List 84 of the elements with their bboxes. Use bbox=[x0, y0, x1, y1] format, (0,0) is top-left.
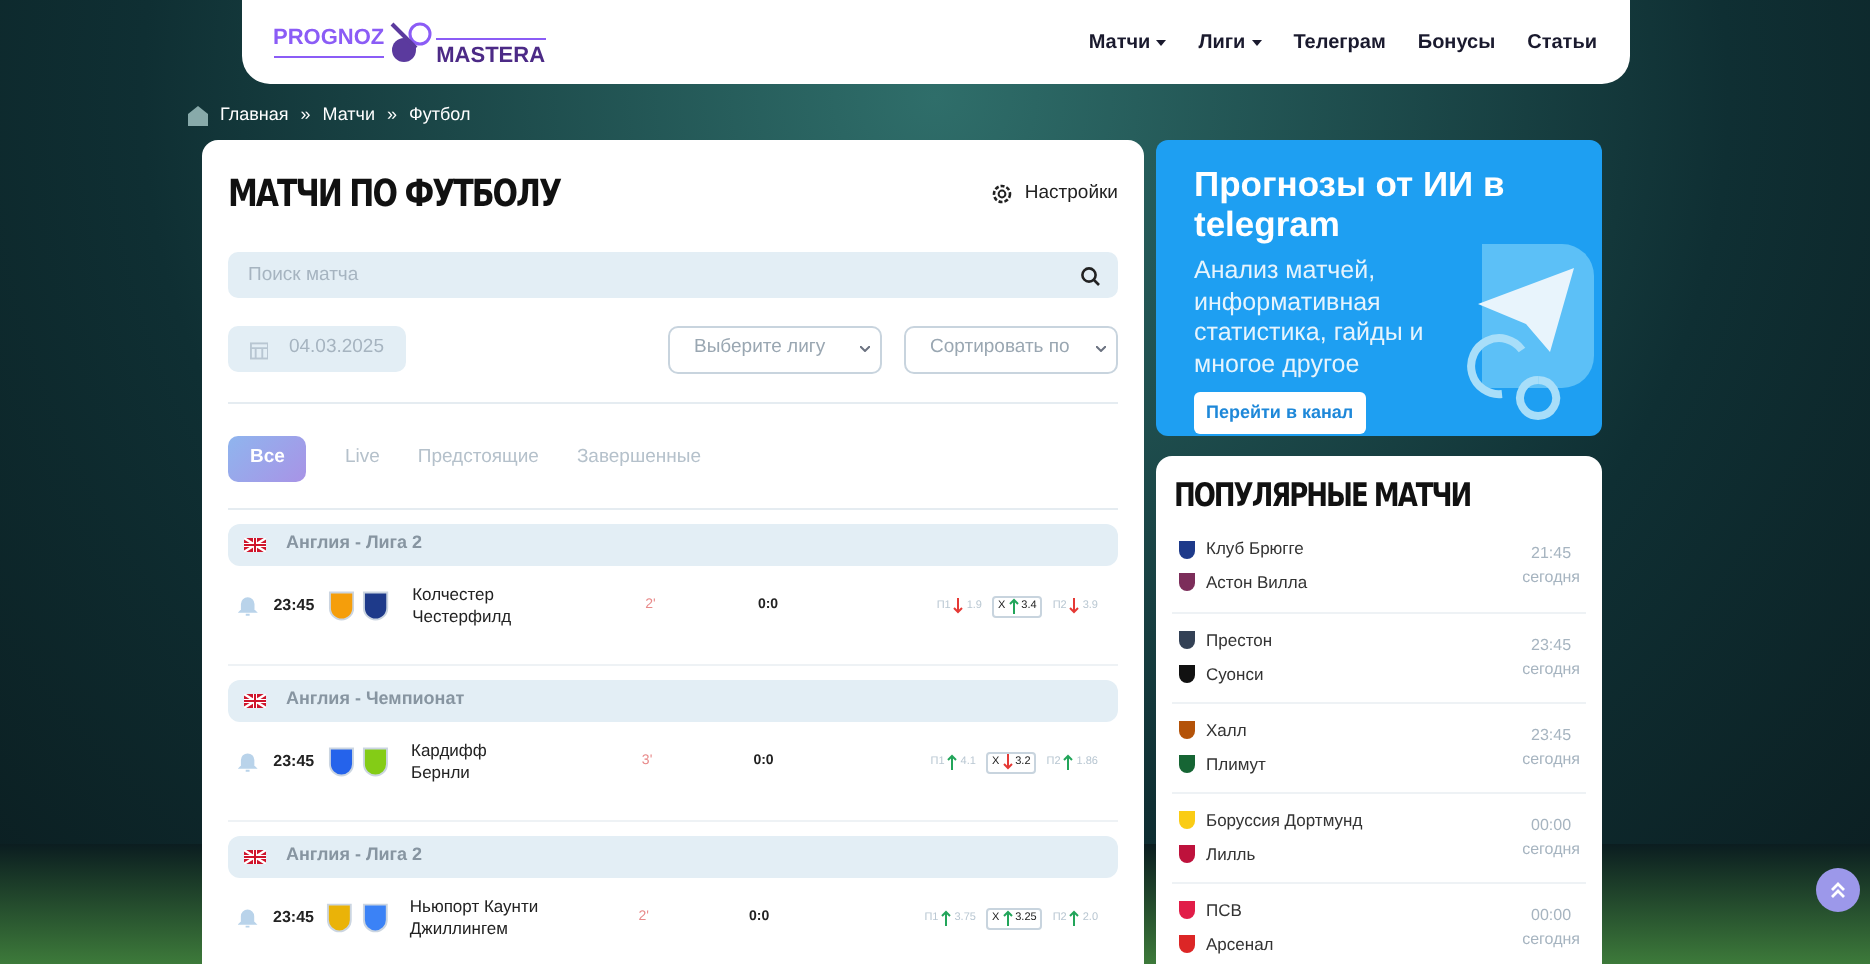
bell-icon bbox=[238, 595, 258, 617]
nav-link[interactable]: Лиги bbox=[1198, 27, 1262, 57]
nav-link[interactable]: Матчи bbox=[1088, 27, 1167, 57]
league-name: Англия - Лига 2 bbox=[286, 842, 423, 869]
logo-text: PROGNOZ bbox=[273, 26, 385, 58]
promo-text: Анализ матчей, информативная статистика, гайды и многое другое bbox=[1194, 256, 1426, 380]
breadcrumb-link[interactable]: Футбол bbox=[409, 102, 471, 130]
chevron-down-icon bbox=[1096, 346, 1106, 352]
club-crest-icon bbox=[326, 902, 354, 934]
flag-icon bbox=[244, 537, 266, 551]
match-time: 00:00 bbox=[1531, 813, 1572, 837]
breadcrumb-link[interactable]: Главная bbox=[220, 102, 289, 130]
sports-balls-logo-icon bbox=[388, 20, 433, 64]
flag-icon bbox=[244, 693, 266, 707]
bell-icon bbox=[238, 907, 258, 929]
nav-link[interactable]: Телеграм bbox=[1293, 27, 1386, 57]
team-name: Кардифф bbox=[411, 740, 489, 762]
league-name: Англия - Лига 2 bbox=[286, 530, 423, 557]
team-name: Халл bbox=[1206, 717, 1247, 743]
match-day: сегодня bbox=[1522, 566, 1580, 590]
team-name: Колчестер bbox=[412, 584, 497, 606]
sort-dropdown[interactable]: Сортировать по bbox=[904, 325, 1118, 373]
match-day: сегодня bbox=[1522, 657, 1580, 681]
nav-link[interactable]: Статьи bbox=[1527, 27, 1597, 57]
team-name: Джиллингем bbox=[409, 918, 510, 940]
club-crest-icon bbox=[1178, 539, 1196, 560]
panel-title: ПОПУЛЯРНЫЕ МАТЧИ bbox=[1172, 476, 1473, 520]
bell-icon bbox=[238, 751, 258, 773]
match-day: сегодня bbox=[1522, 747, 1580, 771]
team-name: Лилль bbox=[1206, 841, 1256, 867]
club-crest-icon bbox=[1178, 720, 1196, 741]
team-name: Честерфилд bbox=[412, 606, 514, 628]
club-crest-icon bbox=[1178, 933, 1196, 954]
breadcrumb-link[interactable]: Матчи bbox=[322, 102, 376, 130]
club-crest-icon bbox=[361, 902, 388, 934]
home-icon bbox=[188, 106, 208, 126]
league-name: Англия - Чемпионат bbox=[286, 686, 465, 713]
club-crest-icon bbox=[1178, 572, 1196, 593]
club-crest-icon bbox=[1178, 753, 1196, 774]
gear-icon bbox=[990, 182, 1015, 207]
team-name: Бернли bbox=[411, 762, 472, 784]
match-day: сегодня bbox=[1522, 837, 1580, 861]
match-time: 23:45 bbox=[1531, 723, 1572, 747]
team-name: Престон bbox=[1206, 627, 1273, 653]
panel-title: МАТЧИ ПО ФУТБОЛУ bbox=[228, 169, 561, 221]
calendar-icon bbox=[250, 339, 269, 359]
logo-text: MASTERA bbox=[436, 37, 546, 67]
club-crest-icon bbox=[1178, 663, 1196, 684]
match-day: сегодня bbox=[1522, 927, 1580, 951]
club-crest-icon bbox=[1178, 843, 1196, 864]
chevron-down-icon bbox=[860, 346, 870, 352]
match-time: 23:45 bbox=[273, 906, 316, 930]
match-time: 00:00 bbox=[1531, 903, 1572, 927]
search-icon bbox=[1080, 265, 1100, 285]
team-name: Суонси bbox=[1206, 661, 1264, 687]
double-chevron-up-icon bbox=[1828, 880, 1848, 900]
match-time: 21:45 bbox=[1531, 542, 1572, 566]
team-name: Ньюпорт Каунти bbox=[409, 896, 541, 918]
search-field[interactable]: Поиск матча bbox=[228, 251, 1118, 297]
settings-button[interactable]: Настройки bbox=[990, 180, 1118, 209]
team-name: Боруссия Дортмунд bbox=[1206, 807, 1363, 833]
team-name: Плимут bbox=[1206, 751, 1266, 777]
club-crest-icon bbox=[327, 590, 355, 622]
club-crest-icon bbox=[1178, 900, 1196, 921]
breadcrumb-separator: » bbox=[387, 102, 398, 129]
telegram-channel-button[interactable]: Перейти в канал bbox=[1194, 392, 1366, 434]
breadcrumb-separator: » bbox=[300, 102, 311, 129]
club-crest-icon bbox=[362, 746, 389, 778]
match-time: 23:45 bbox=[1531, 633, 1572, 657]
team-name: ПСВ bbox=[1206, 897, 1242, 923]
club-crest-icon bbox=[327, 746, 355, 778]
club-crest-icon bbox=[1178, 630, 1196, 651]
filter-tab[interactable]: Все bbox=[228, 435, 307, 481]
team-name: Арсенал bbox=[1206, 931, 1274, 957]
promo-title: Прогнозы от ИИ в telegram bbox=[1194, 164, 1507, 244]
team-name: Астон Вилла bbox=[1206, 570, 1308, 596]
match-time: 23:45 bbox=[273, 594, 317, 618]
league-dropdown[interactable]: Выберите лигу bbox=[668, 325, 882, 373]
flag-icon bbox=[244, 849, 266, 863]
club-crest-icon bbox=[1178, 810, 1196, 831]
team-name: Клуб Брюгге bbox=[1206, 536, 1304, 562]
match-time: 23:45 bbox=[273, 750, 317, 774]
club-crest-icon bbox=[362, 590, 391, 622]
nav-link[interactable]: Бонусы bbox=[1417, 27, 1496, 57]
